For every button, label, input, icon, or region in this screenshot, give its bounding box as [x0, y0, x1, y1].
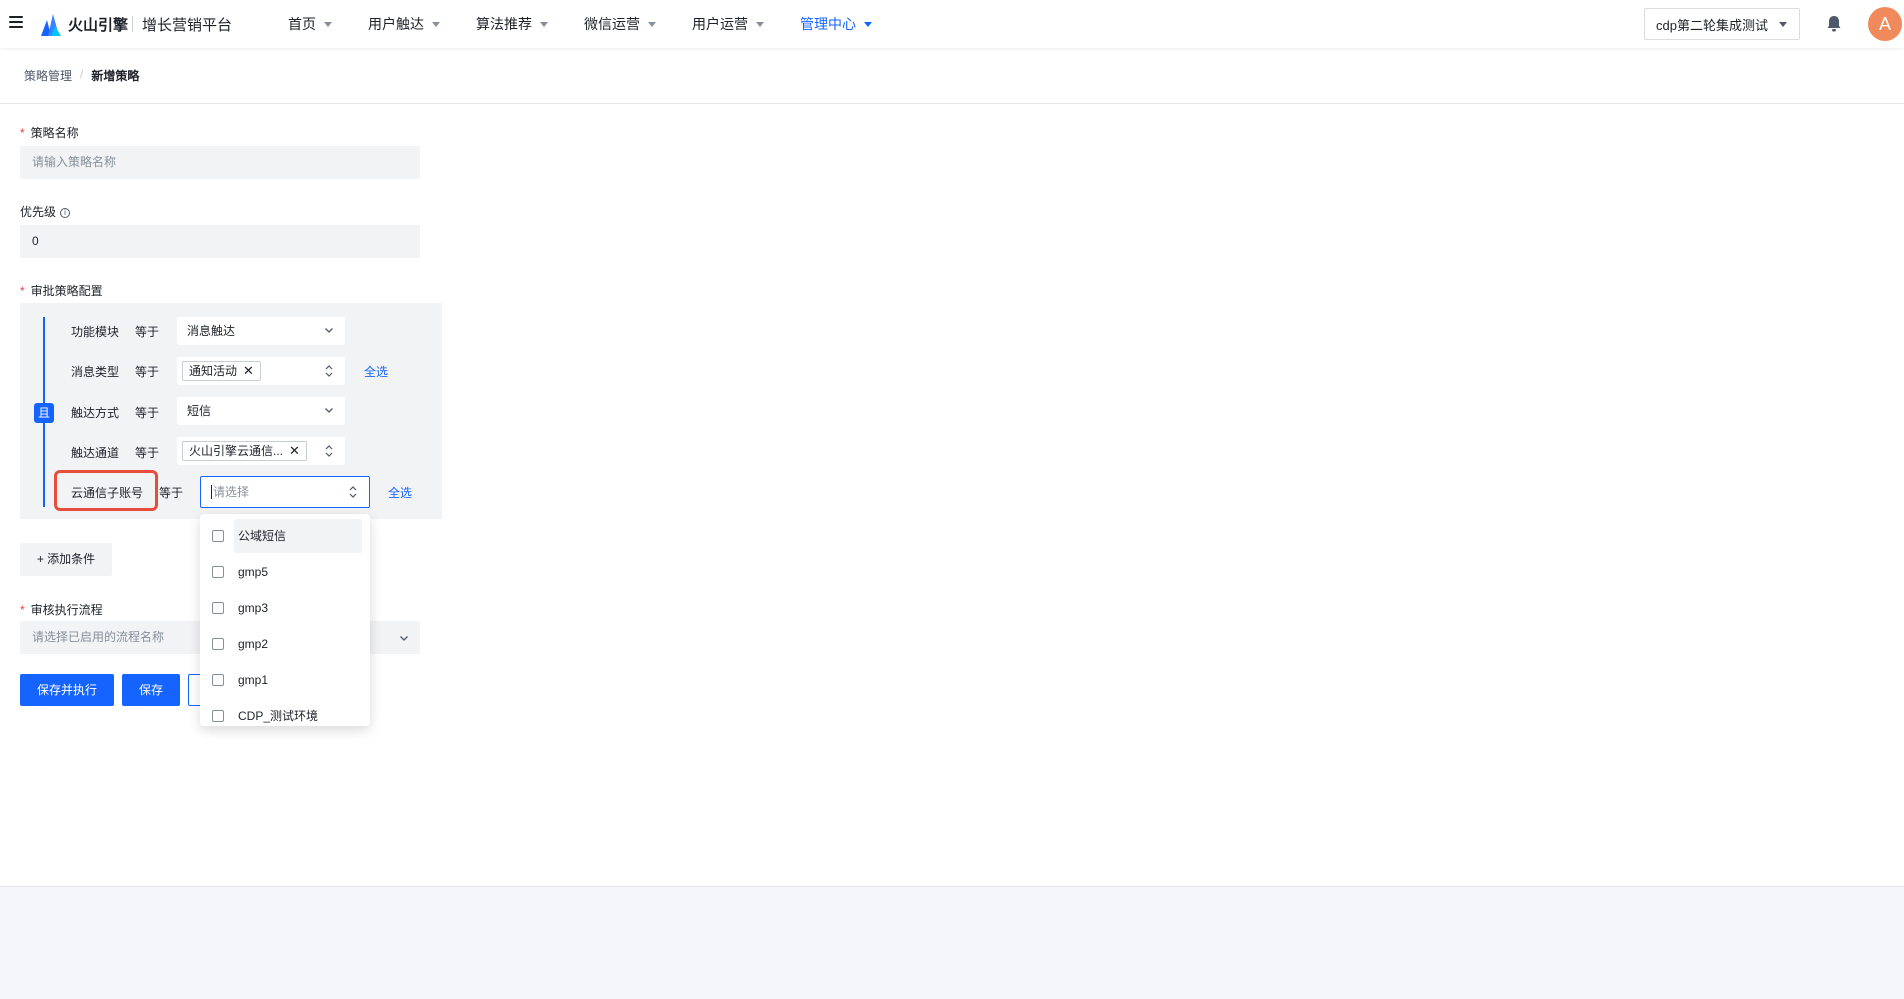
breadcrumb-separator: / [80, 67, 84, 81]
checkbox[interactable] [212, 530, 224, 542]
strategy-name-input[interactable]: 请输入策略名称 [20, 146, 420, 179]
condition-field: 功能模块 [71, 325, 120, 339]
sub-account-dropdown: 公域短信 gmp5 gmp3 gmp2 gmp1 CDP_测试环境 [200, 514, 370, 726]
bell-icon[interactable] [1826, 15, 1842, 33]
selected-tag: 通知活动 ✕ [182, 361, 261, 381]
checkbox[interactable] [212, 674, 224, 686]
avatar[interactable]: A [1868, 7, 1902, 41]
caret-down-icon [648, 21, 656, 27]
chevron-down-icon [325, 408, 333, 413]
add-condition-button[interactable]: + 添加条件 [20, 543, 112, 576]
flow-label: * 审核执行流程 [20, 603, 103, 617]
breadcrumb-parent[interactable]: 策略管理 [24, 67, 72, 84]
caret-down-icon [432, 21, 440, 27]
caret-down-icon [324, 21, 332, 27]
selected-tag: 火山引擎云通信... ✕ [182, 441, 307, 461]
page-footer [0, 886, 1904, 999]
checkbox[interactable] [212, 710, 224, 722]
close-icon[interactable]: ✕ [243, 362, 254, 380]
caret-down-icon [540, 21, 548, 27]
nav-item-wechat[interactable]: 微信运营 [584, 0, 656, 48]
volcano-logo-icon [41, 14, 61, 36]
message-type-select[interactable]: 通知活动 ✕ [177, 357, 345, 385]
dropdown-option[interactable]: 公域短信 [212, 519, 362, 553]
condition-operator: 等于 [159, 486, 184, 500]
nav-item-user-ops[interactable]: 用户运营 [692, 0, 764, 48]
menu-icon[interactable] [9, 16, 23, 30]
condition-operator: 等于 [135, 325, 160, 339]
nav-item-home[interactable]: 首页 [288, 0, 332, 48]
save-and-execute-button[interactable]: 保存并执行 [20, 674, 114, 706]
condition-field: 消息类型 [71, 365, 120, 379]
condition-operator: 等于 [135, 365, 160, 379]
select-all-link[interactable]: 全选 [388, 484, 412, 501]
main-nav: 首页 用户触达 算法推荐 微信运营 用户运营 管理中心 [288, 0, 908, 48]
strategy-name-label: * 策略名称 [20, 126, 79, 140]
dropdown-option[interactable]: gmp5 [212, 555, 362, 589]
updown-arrow-icon [349, 486, 357, 498]
condition-field: 云通信子账号 [71, 486, 144, 500]
checkbox[interactable] [212, 566, 224, 578]
caret-down-icon [756, 21, 764, 27]
checkbox[interactable] [212, 638, 224, 650]
updown-arrow-icon [325, 445, 333, 457]
breadcrumb-current: 新增策略 [91, 69, 140, 83]
save-button[interactable]: 保存 [122, 674, 180, 706]
required-mark: * [20, 284, 25, 298]
caret-down-icon [1779, 22, 1787, 27]
breadcrumb: 策略管理 / 新增策略 [24, 67, 139, 84]
dropdown-option[interactable]: gmp3 [212, 591, 362, 625]
reach-method-select[interactable]: 短信 [177, 397, 345, 425]
close-icon[interactable]: ✕ [289, 442, 300, 460]
chevron-down-icon [400, 636, 408, 641]
and-logic-toggle[interactable]: 且 [34, 403, 54, 423]
dropdown-option[interactable]: gmp2 [212, 627, 362, 661]
checkbox[interactable] [212, 602, 224, 614]
dropdown-option[interactable]: gmp1 [212, 663, 362, 697]
updown-arrow-icon [325, 365, 333, 377]
project-selector[interactable]: cdp第二轮集成测试 [1644, 8, 1800, 40]
priority-label: 优先级 i [20, 203, 71, 220]
condition-field: 触达方式 [71, 406, 120, 420]
nav-item-algorithm[interactable]: 算法推荐 [476, 0, 548, 48]
platform-name: 增长营销平台 [142, 17, 233, 34]
info-circle-icon[interactable]: i [60, 208, 71, 218]
nav-item-user-reach[interactable]: 用户触达 [368, 0, 440, 48]
condition-operator: 等于 [135, 406, 160, 420]
dropdown-option[interactable]: CDP_测试环境 [212, 699, 362, 726]
project-name: cdp第二轮集成测试 [1656, 17, 1768, 33]
chevron-down-icon [325, 328, 333, 333]
condition-operator: 等于 [135, 446, 160, 460]
channel-select[interactable]: 火山引擎云通信... ✕ [177, 437, 345, 465]
text-cursor [211, 485, 212, 499]
priority-input[interactable]: 0 [20, 225, 420, 258]
brand-divider [132, 16, 133, 32]
required-mark: * [20, 126, 25, 140]
module-select[interactable]: 消息触达 [177, 317, 345, 345]
nav-item-management[interactable]: 管理中心 [800, 0, 872, 48]
top-navigation-bar: 火山引擎 增长营销平台 首页 用户触达 算法推荐 微信运营 用户运营 管理中心 … [0, 0, 1904, 48]
condition-field: 触达通道 [71, 446, 120, 460]
brand-name: 火山引擎 [68, 17, 129, 34]
select-all-link[interactable]: 全选 [364, 363, 388, 380]
sub-account-select[interactable]: 请选择 [200, 476, 370, 508]
caret-down-icon [864, 21, 872, 27]
required-mark: * [20, 603, 25, 617]
approval-config-label: * 审批策略配置 [20, 284, 103, 298]
header-divider [0, 103, 1904, 104]
